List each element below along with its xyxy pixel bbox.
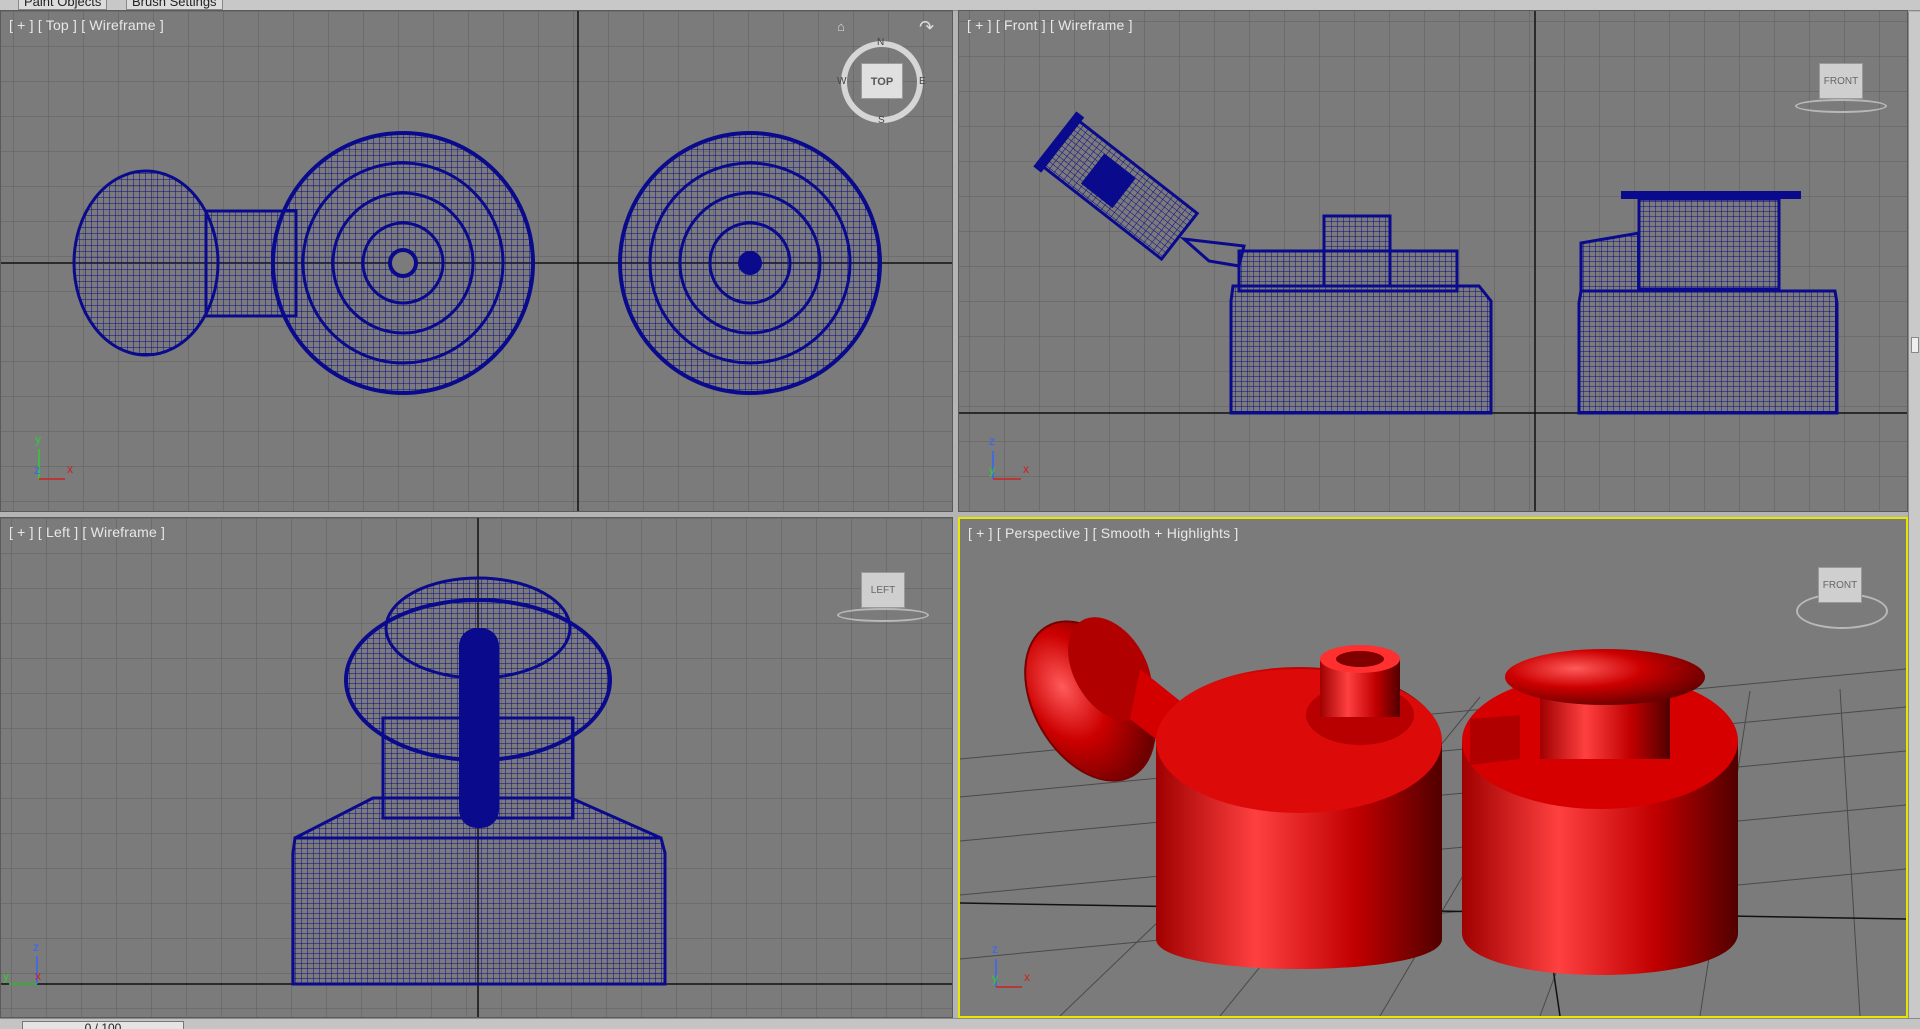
wire-cap-lid-top — [72, 169, 220, 357]
compass-w: W — [837, 76, 847, 87]
axis-y-label: y — [3, 969, 9, 983]
compass-s: S — [878, 115, 885, 126]
viewport-perspective[interactable]: z x y [ + ] [ Perspective ] [ Smooth + H… — [958, 517, 1908, 1018]
axis-y-label: y — [992, 971, 998, 985]
axis-z-label: z — [34, 463, 40, 477]
left-view-canvas: z x y — [1, 518, 952, 1017]
time-slider-bar: 0 / 100 — [0, 1018, 1920, 1029]
axis-x-label: x — [1023, 462, 1029, 476]
axis-x-label: x — [1024, 970, 1030, 984]
viewport-label-left[interactable]: [ + ] [ Left ] [ Wireframe ] — [9, 524, 165, 540]
viewcube-front[interactable]: FRONT — [1819, 63, 1863, 99]
viewport-label-front[interactable]: [ + ] [ Front ] [ Wireframe ] — [967, 17, 1133, 33]
viewport-label-perspective[interactable]: [ + ] [ Perspective ] [ Smooth + Highlig… — [968, 525, 1238, 541]
viewcube-perspective[interactable]: FRONT — [1818, 567, 1862, 603]
compass-e: E — [919, 76, 926, 87]
axis-y-label: y — [989, 463, 995, 477]
top-view-canvas: y x z — [1, 11, 952, 511]
viewcube-ring-front[interactable] — [1795, 99, 1887, 113]
viewcube-ring-left[interactable] — [837, 608, 929, 622]
viewcube-top[interactable]: TOP — [861, 63, 903, 99]
viewport-top[interactable]: y x z [ + ] [ Top ] [ Wireframe ] ⌂ ↷ TO… — [0, 10, 953, 512]
viewport-left[interactable]: z x y [ + ] [ Left ] [ Wireframe ] LEFT — [0, 517, 953, 1018]
compass-n: N — [877, 37, 885, 48]
axis-z-label: z — [33, 940, 39, 954]
perspective-view-canvas: z x y — [960, 617, 1906, 1016]
axis-z-label: z — [992, 942, 998, 956]
axis-y-label: y — [35, 432, 41, 446]
scrollbar-thumb[interactable] — [1911, 337, 1919, 353]
axis-z-label: z — [989, 434, 995, 448]
right-scrollbar[interactable] — [1908, 12, 1920, 1018]
viewcube-left[interactable]: LEFT — [861, 572, 905, 608]
shaded-base-open — [1156, 645, 1442, 969]
axis-x-label: x — [67, 462, 73, 476]
viewport-label-top[interactable]: [ + ] [ Top ] [ Wireframe ] — [9, 17, 164, 33]
front-view-canvas: z x y — [959, 11, 1907, 511]
orbit-icon[interactable]: ↷ — [919, 17, 934, 38]
viewport-front[interactable]: z x y [ + ] [ Front ] [ Wireframe ] FRON… — [958, 10, 1908, 512]
shaded-base-closed — [1462, 649, 1738, 975]
tab-paint-objects[interactable]: Paint Objects — [18, 0, 108, 10]
tab-brush-settings[interactable]: Brush Settings — [126, 0, 223, 10]
axis-x-label: x — [35, 969, 41, 983]
home-icon[interactable]: ⌂ — [837, 19, 845, 34]
